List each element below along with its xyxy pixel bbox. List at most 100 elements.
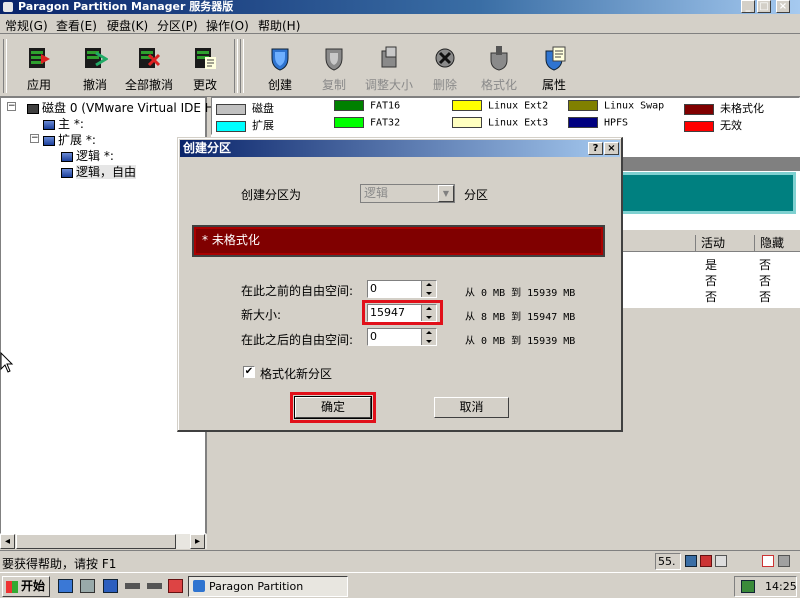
hard-disk-icon: [27, 103, 39, 114]
status-tool-icon[interactable]: [762, 555, 774, 567]
window-title: Paragon Partition Manager 服务器版: [18, 0, 234, 13]
clock[interactable]: 14:25: [765, 580, 797, 593]
status-pane: 55.: [655, 553, 681, 570]
legend-item: HPFS: [568, 117, 628, 129]
start-button[interactable]: 开始: [2, 576, 50, 597]
partition-type-select[interactable]: 逻辑 ▼: [360, 184, 455, 203]
status-tool-icon[interactable]: [700, 555, 712, 567]
taskbar-item-paragon[interactable]: Paragon Partition Manag...: [188, 576, 348, 597]
tree-item-logical-free[interactable]: 逻辑，自由: [61, 163, 137, 180]
status-tool-icon[interactable]: [715, 555, 727, 567]
minimize-button[interactable]: _: [741, 0, 755, 13]
free-after-label: 在此之后的自由空间:: [241, 333, 354, 347]
quick-launch-save-icon[interactable]: [103, 579, 118, 593]
apply-button[interactable]: 应用: [11, 45, 67, 93]
scroll-right-icon[interactable]: ▸: [190, 534, 205, 549]
create-button[interactable]: 创建: [252, 45, 308, 93]
spinner-arrows-icon[interactable]: [421, 281, 436, 297]
partition-suffix-label: 分区: [464, 188, 489, 202]
delete-button[interactable]: 删除: [417, 45, 473, 93]
dialog-help-button[interactable]: ?: [588, 142, 603, 155]
quick-launch-explorer-icon[interactable]: [58, 579, 73, 593]
cell-active: 是: [705, 258, 718, 272]
properties-label: 属性: [541, 78, 566, 92]
quick-launch-drive-icon[interactable]: [147, 583, 162, 589]
legend-item: Linux Swap: [568, 100, 664, 112]
status-tool-icon[interactable]: [685, 555, 697, 567]
menu-partition[interactable]: 分区(P): [157, 17, 198, 34]
quick-launch-computer-icon[interactable]: [80, 579, 95, 593]
column-hidden[interactable]: 隐藏: [756, 235, 800, 251]
legend-item: 未格式化: [684, 100, 764, 116]
tree-item-primary-label: 主 *:: [58, 117, 84, 131]
quick-launch-drive-icon[interactable]: [125, 583, 140, 589]
undo-all-button[interactable]: 全部撤消: [121, 45, 177, 93]
close-button[interactable]: ×: [776, 0, 790, 13]
partition-icon: [43, 119, 55, 130]
scroll-left-icon[interactable]: ◂: [0, 534, 15, 549]
properties-button[interactable]: 属性: [526, 45, 582, 93]
menu-disk[interactable]: 硬盘(K): [107, 17, 148, 34]
partition-icon: [43, 135, 55, 146]
filesystem-selector[interactable]: * 未格式化: [192, 225, 605, 257]
tree-item-disk-label: 磁盘 0 (VMware Virtual IDE Hard: [42, 101, 234, 115]
menu-view[interactable]: 查看(E): [56, 17, 97, 34]
cell-hidden: 否: [759, 290, 772, 304]
free-before-range: 从 0 MB 到 15939 MB: [465, 288, 576, 299]
status-bar: 要获得帮助，请按 F1 55.: [0, 550, 800, 571]
start-label: 开始: [21, 579, 46, 593]
quick-launch-app-icon[interactable]: [168, 579, 183, 593]
format-icon: [486, 45, 512, 71]
menu-operation[interactable]: 操作(O): [206, 17, 249, 34]
ok-button[interactable]: 确定: [295, 397, 371, 418]
free-before-label: 在此之前的自由空间:: [241, 284, 354, 298]
legend-swatch: [684, 120, 714, 132]
legend-swatch: [216, 120, 246, 132]
legend-item: 无效: [684, 117, 742, 133]
menu-help[interactable]: 帮助(H): [258, 17, 300, 34]
tree-item-disk[interactable]: 磁盘 0 (VMware Virtual IDE Hard: [27, 99, 233, 116]
free-after-spinner[interactable]: 0: [367, 328, 437, 346]
copy-button[interactable]: 复制: [306, 45, 362, 93]
status-tool-icon[interactable]: [778, 555, 790, 567]
spinner-arrows-icon[interactable]: [421, 305, 436, 321]
cancel-button[interactable]: 取消: [434, 397, 509, 418]
chevron-down-icon: ▼: [438, 185, 454, 202]
format-checkbox[interactable]: ✔: [243, 366, 255, 378]
spinner-arrows-icon[interactable]: [421, 329, 436, 345]
toolbar-grip-2: [240, 39, 244, 93]
app-icon: [3, 2, 13, 12]
tree-item-primary[interactable]: 主 *:: [43, 115, 84, 132]
tree-item-logical[interactable]: 逻辑 *:: [61, 147, 114, 164]
scroll-thumb[interactable]: [16, 534, 176, 549]
format-button[interactable]: 格式化: [471, 45, 527, 93]
paragon-app-icon: [193, 580, 205, 592]
changes-button[interactable]: 更改: [177, 45, 233, 93]
create-icon: [267, 45, 293, 71]
create-partition-dialog: 创建分区 ? × 创建分区为 逻辑 ▼ 分区 * 未格式化 在此之前的自由空间:…: [177, 137, 623, 432]
toolbar: 应用 撤消 全部撤消 更改 创建 复制 调整大小 删除 格式化 属性: [0, 35, 800, 97]
network-tray-icon[interactable]: [741, 580, 755, 593]
apply-icon: [26, 45, 52, 71]
tree-item-extended[interactable]: 扩展 *:: [43, 131, 96, 148]
format-checkbox-label: 格式化新分区: [260, 367, 333, 381]
resize-button[interactable]: 调整大小: [361, 45, 417, 93]
legend-swatch: [216, 103, 246, 115]
dialog-close-button[interactable]: ×: [604, 142, 619, 155]
menu-general[interactable]: 常规(G): [5, 17, 48, 34]
free-after-range: 从 0 MB 到 15939 MB: [465, 336, 576, 347]
tree-horizontal-scrollbar[interactable]: ◂ ▸: [0, 534, 207, 549]
cell-hidden: 否: [759, 274, 772, 288]
tree-collapse-disk[interactable]: −: [7, 102, 16, 111]
disk-partition-bar[interactable]: [620, 172, 796, 214]
create-label: 创建: [267, 78, 292, 92]
new-size-spinner[interactable]: 15947: [367, 304, 437, 322]
column-active[interactable]: 活动: [697, 235, 755, 251]
undo-button[interactable]: 撤消: [67, 45, 123, 93]
maximize-button[interactable]: □: [757, 0, 771, 13]
windows-logo-icon: [6, 581, 18, 593]
tree-item-logical-free-label: 逻辑，自由: [76, 165, 137, 179]
tree-collapse-extended[interactable]: −: [30, 134, 39, 143]
free-before-spinner[interactable]: 0: [367, 280, 437, 298]
undo-all-label: 全部撤消: [124, 78, 173, 92]
